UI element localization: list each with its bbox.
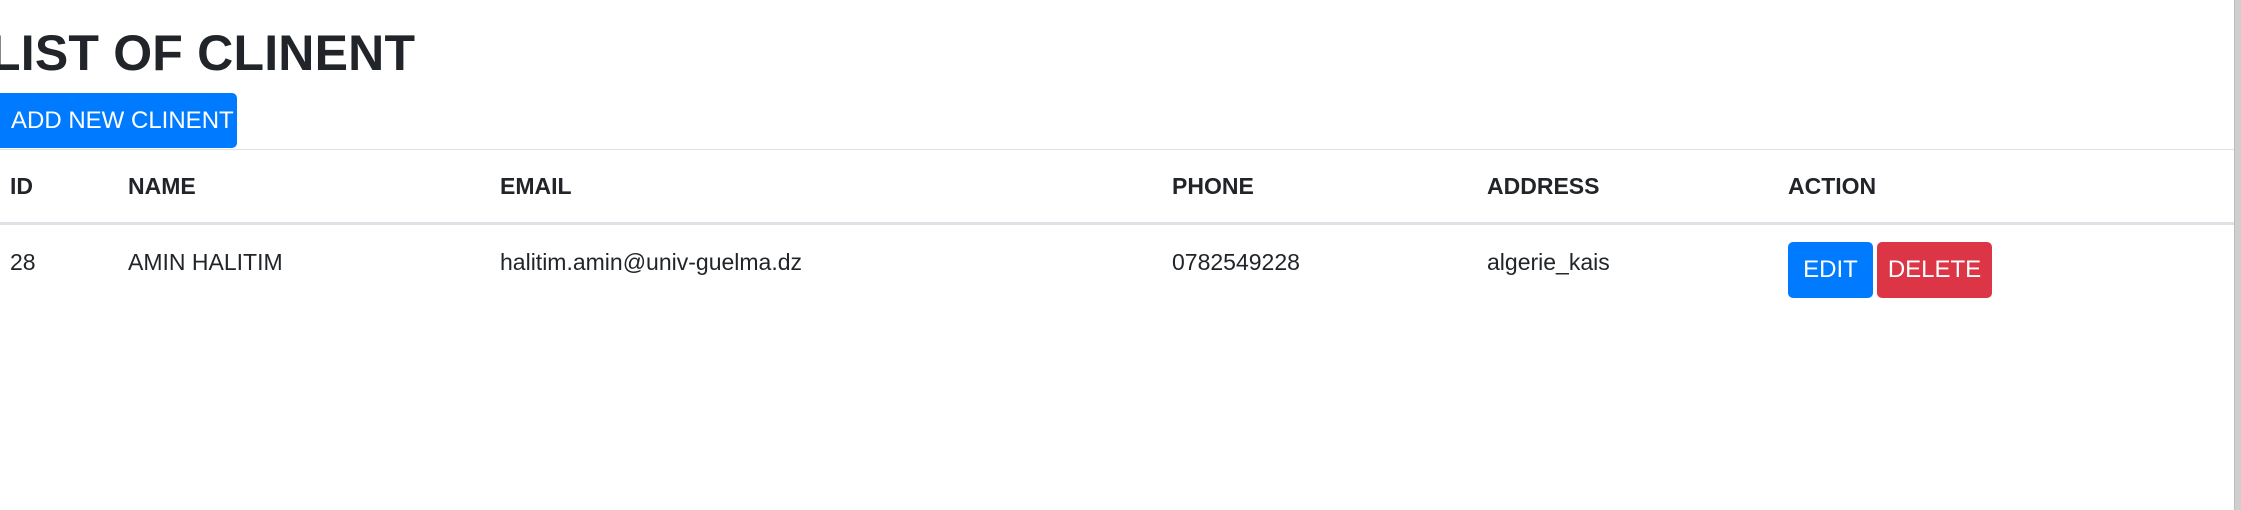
client-actions-cell: EDIT DELETE — [1778, 224, 2234, 302]
client-email-cell: halitim.amin@univ-guelma.dz — [500, 249, 803, 275]
client-address-cell: algerie_kais — [1487, 249, 1610, 275]
column-header-id: ID — [0, 149, 118, 225]
column-header-name: NAME — [118, 149, 490, 225]
column-header-address: ADDRESS — [1477, 149, 1778, 225]
client-id-cell: 28 — [10, 249, 36, 275]
page-title: LIST OF CLINENT — [0, 25, 416, 81]
add-new-client-button[interactable]: ADD NEW CLINENT — [0, 93, 237, 148]
column-header-email: EMAIL — [490, 149, 1162, 225]
table-header-row: ID NAME EMAIL PHONE ADDRESS ACTION — [0, 149, 2234, 225]
delete-client-button[interactable]: DELETE — [1877, 242, 1992, 298]
table-row: 28 AMIN HALITIM halitim.amin@univ-guelma… — [0, 224, 2234, 302]
client-phone-cell: 0782549228 — [1172, 249, 1300, 275]
clients-table: ID NAME EMAIL PHONE ADDRESS ACTION 28 AM… — [0, 149, 2234, 302]
edit-client-button[interactable]: EDIT — [1788, 242, 1873, 298]
page: LIST OF CLINENT ADD NEW CLINENT ID NAME … — [0, 0, 2241, 510]
vertical-scrollbar[interactable] — [2234, 0, 2241, 510]
main-content: LIST OF CLINENT ADD NEW CLINENT ID NAME … — [0, 0, 2234, 510]
column-header-phone: PHONE — [1162, 149, 1477, 225]
table-body: 28 AMIN HALITIM halitim.amin@univ-guelma… — [0, 224, 2234, 302]
client-name-cell: AMIN HALITIM — [128, 249, 283, 275]
column-header-action: ACTION — [1778, 149, 2234, 225]
table-header: ID NAME EMAIL PHONE ADDRESS ACTION — [0, 149, 2234, 225]
